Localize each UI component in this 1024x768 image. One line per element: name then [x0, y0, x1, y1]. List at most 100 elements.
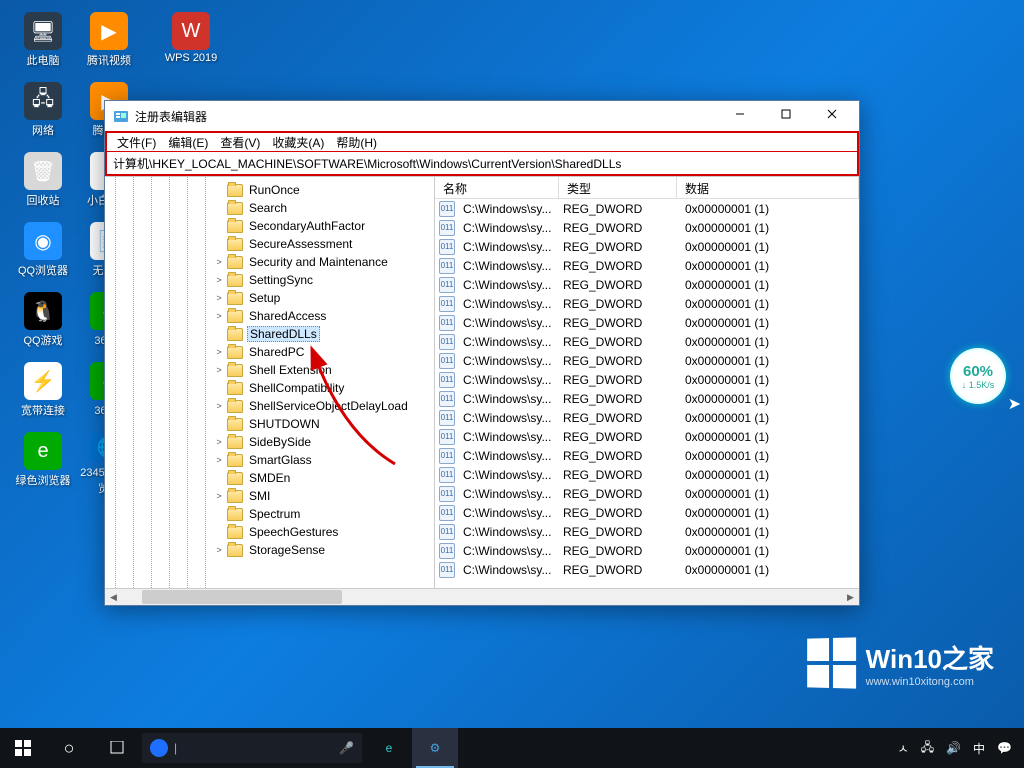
list-row[interactable]: 011C:\Windows\sy...REG_DWORD0x00000001 (… [435, 560, 859, 579]
tree-node[interactable]: Spectrum [105, 505, 434, 523]
expand-icon[interactable]: > [213, 256, 225, 268]
list-row[interactable]: 011C:\Windows\sy...REG_DWORD0x00000001 (… [435, 427, 859, 446]
list-row[interactable]: 011C:\Windows\sy...REG_DWORD0x00000001 (… [435, 237, 859, 256]
tray-volume-icon[interactable]: 🔊 [940, 741, 967, 755]
tree-node[interactable]: SecondaryAuthFactor [105, 217, 434, 235]
list-row[interactable]: 011C:\Windows\sy...REG_DWORD0x00000001 (… [435, 313, 859, 332]
tree-node[interactable]: SharedDLLs [105, 325, 434, 343]
maximize-button[interactable] [763, 99, 809, 129]
desktop-icon[interactable]: 🖧网络 [12, 80, 74, 146]
list-row[interactable]: 011C:\Windows\sy...REG_DWORD0x00000001 (… [435, 446, 859, 465]
cortana-button[interactable]: ○ [46, 728, 92, 768]
expand-icon[interactable] [213, 202, 225, 214]
tree-node[interactable]: >ShellServiceObjectDelayLoad [105, 397, 434, 415]
start-button[interactable] [0, 728, 46, 768]
expand-icon[interactable]: > [213, 490, 225, 502]
expand-icon[interactable]: > [213, 292, 225, 304]
tray-overflow-button[interactable]: ㅅ [892, 740, 915, 757]
list-row[interactable]: 011C:\Windows\sy...REG_DWORD0x00000001 (… [435, 275, 859, 294]
list-row[interactable]: 011C:\Windows\sy...REG_DWORD0x00000001 (… [435, 503, 859, 522]
tree-node[interactable]: SpeechGestures [105, 523, 434, 541]
expand-icon[interactable] [213, 382, 225, 394]
tree-node[interactable]: >Setup [105, 289, 434, 307]
minimize-button[interactable] [717, 99, 763, 129]
tray-notifications-icon[interactable]: 💬 [991, 741, 1018, 755]
list-row[interactable]: 011C:\Windows\sy...REG_DWORD0x00000001 (… [435, 370, 859, 389]
column-data[interactable]: 数据 [677, 177, 859, 198]
menu-item[interactable]: 查看(V) [214, 132, 266, 153]
titlebar[interactable]: 注册表编辑器 [105, 101, 859, 131]
expand-icon[interactable]: > [213, 400, 225, 412]
expand-icon[interactable] [213, 418, 225, 430]
scroll-thumb[interactable] [142, 590, 342, 604]
tree-node[interactable]: >SMI [105, 487, 434, 505]
close-button[interactable] [809, 99, 855, 129]
tray-ime-icon[interactable]: 中 [967, 740, 991, 757]
menu-item[interactable]: 编辑(E) [162, 132, 214, 153]
mic-icon[interactable]: 🎤 [339, 741, 354, 755]
performance-widget[interactable]: 60% ↓ 1.5K/s [950, 348, 1006, 404]
tree-node[interactable]: SecureAssessment [105, 235, 434, 253]
expand-icon[interactable] [213, 472, 225, 484]
desktop-icon[interactable]: WWPS 2019 [160, 10, 222, 76]
desktop-icon[interactable]: e绿色浏览器 [12, 430, 74, 496]
expand-icon[interactable]: > [213, 454, 225, 466]
tree-node[interactable]: >SettingSync [105, 271, 434, 289]
tree-node[interactable]: >SharedAccess [105, 307, 434, 325]
list-row[interactable]: 011C:\Windows\sy...REG_DWORD0x00000001 (… [435, 218, 859, 237]
desktop-icon[interactable]: 🗑回收站 [12, 150, 74, 216]
expand-icon[interactable] [213, 508, 225, 520]
taskbar-search[interactable]: | 🎤 [142, 733, 362, 763]
list-row[interactable]: 011C:\Windows\sy...REG_DWORD0x00000001 (… [435, 351, 859, 370]
taskbar-app-regedit[interactable]: ⚙ [412, 728, 458, 768]
address-input[interactable] [107, 152, 857, 174]
tray-network-icon[interactable]: 🖧 [915, 738, 940, 759]
taskview-button[interactable] [92, 728, 138, 768]
tree-node[interactable]: >SideBySide [105, 433, 434, 451]
scroll-right-button[interactable]: ▶ [842, 589, 859, 605]
scroll-left-button[interactable]: ◀ [105, 589, 122, 605]
expand-icon[interactable]: > [213, 310, 225, 322]
taskbar-app-edge[interactable]: e [366, 728, 412, 768]
expand-icon[interactable] [213, 220, 225, 232]
tree-node[interactable]: >Security and Maintenance [105, 253, 434, 271]
list-row[interactable]: 011C:\Windows\sy...REG_DWORD0x00000001 (… [435, 389, 859, 408]
list-row[interactable]: 011C:\Windows\sy...REG_DWORD0x00000001 (… [435, 522, 859, 541]
tree-node[interactable]: SMDEn [105, 469, 434, 487]
expand-icon[interactable]: > [213, 436, 225, 448]
list-row[interactable]: 011C:\Windows\sy...REG_DWORD0x00000001 (… [435, 484, 859, 503]
expand-icon[interactable]: > [213, 544, 225, 556]
tree-node[interactable]: ShellCompatibility [105, 379, 434, 397]
list-row[interactable]: 011C:\Windows\sy...REG_DWORD0x00000001 (… [435, 332, 859, 351]
column-type[interactable]: 类型 [559, 177, 677, 198]
expand-icon[interactable]: > [213, 274, 225, 286]
expand-icon[interactable] [213, 238, 225, 250]
tree-node[interactable]: RunOnce [105, 181, 434, 199]
menu-item[interactable]: 收藏夹(A) [266, 132, 330, 153]
desktop-icon[interactable]: 🖥此电脑 [12, 10, 74, 76]
desktop-icon[interactable]: ▶腾讯视频 [78, 10, 140, 76]
list-row[interactable]: 011C:\Windows\sy...REG_DWORD0x00000001 (… [435, 408, 859, 427]
column-name[interactable]: 名称 [435, 177, 559, 198]
list-row[interactable]: 011C:\Windows\sy...REG_DWORD0x00000001 (… [435, 541, 859, 560]
tree-node[interactable]: >SharedPC [105, 343, 434, 361]
desktop-icon[interactable]: ⚡宽带连接 [12, 360, 74, 426]
tree-node[interactable]: >StorageSense [105, 541, 434, 559]
list-pane[interactable]: 名称 类型 数据 011C:\Windows\sy...REG_DWORD0x0… [435, 177, 859, 588]
tree-node[interactable]: Search [105, 199, 434, 217]
expand-icon[interactable] [213, 184, 225, 196]
desktop-icon[interactable]: 🐧QQ游戏 [12, 290, 74, 356]
tree-node[interactable]: SHUTDOWN [105, 415, 434, 433]
expand-icon[interactable]: > [213, 364, 225, 376]
tree-node[interactable]: >Shell Extension [105, 361, 434, 379]
list-row[interactable]: 011C:\Windows\sy...REG_DWORD0x00000001 (… [435, 465, 859, 484]
tree-node[interactable]: >SmartGlass [105, 451, 434, 469]
tree-pane[interactable]: RunOnceSearchSecondaryAuthFactorSecureAs… [105, 177, 435, 588]
menu-item[interactable]: 帮助(H) [330, 132, 383, 153]
list-row[interactable]: 011C:\Windows\sy...REG_DWORD0x00000001 (… [435, 256, 859, 275]
list-row[interactable]: 011C:\Windows\sy...REG_DWORD0x00000001 (… [435, 294, 859, 313]
expand-icon[interactable]: > [213, 346, 225, 358]
expand-icon[interactable] [213, 526, 225, 538]
horizontal-scrollbar[interactable]: ◀ ▶ [105, 588, 859, 605]
menu-item[interactable]: 文件(F) [111, 132, 162, 153]
